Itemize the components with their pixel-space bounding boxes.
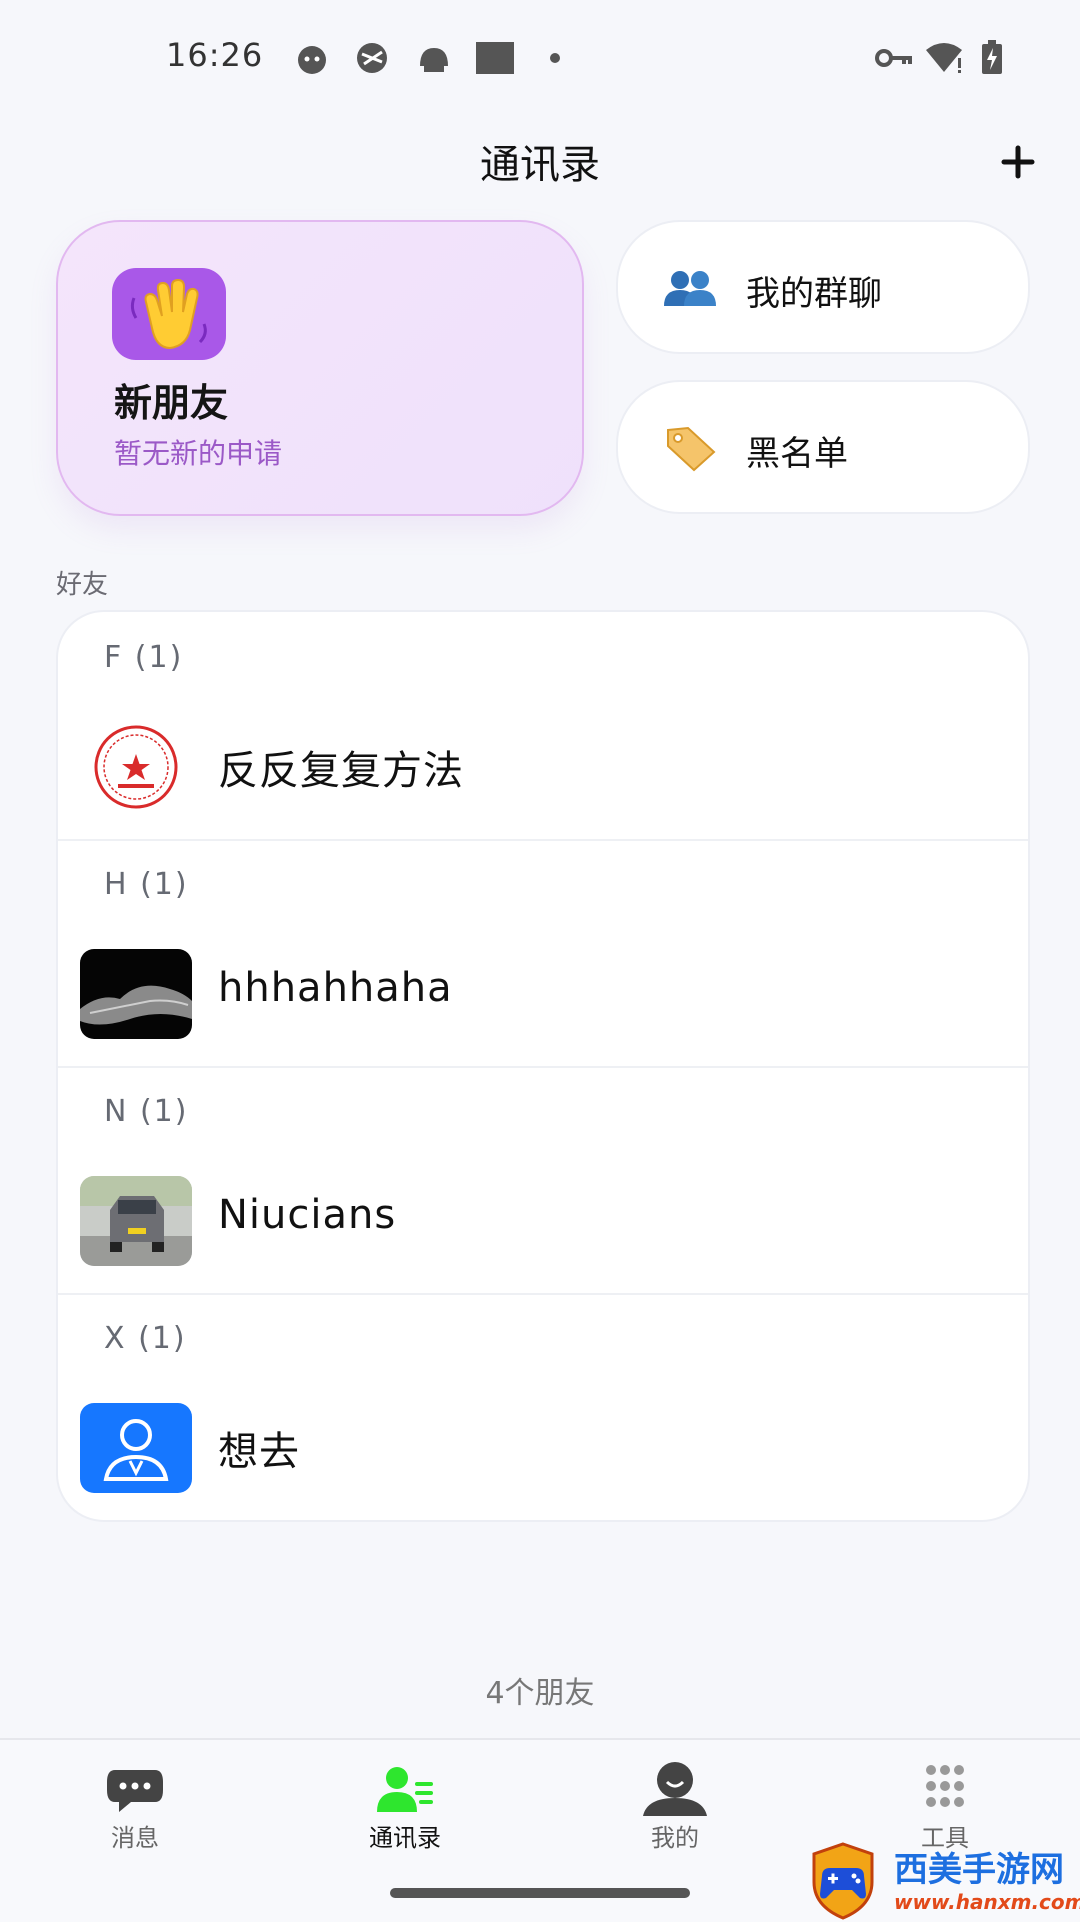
avatar [80, 1176, 192, 1266]
android-notification-icon [420, 48, 448, 72]
my-groups-card[interactable]: 我的群聊 [616, 220, 1030, 354]
avatar [80, 722, 192, 812]
group-header: N (1) [104, 1094, 189, 1129]
list-item[interactable]: Niucians [58, 1156, 1028, 1293]
contacts-icon [377, 1767, 433, 1812]
default-avatar-icon [80, 1403, 192, 1493]
avatar [80, 949, 192, 1039]
friend-name: 反反复复方法 [218, 748, 464, 794]
list-item[interactable]: 反反复复方法 [58, 702, 1028, 839]
friend-name: hhhahhaha [218, 965, 453, 1011]
nav-contacts[interactable]: 通讯录 [305, 1760, 505, 1860]
add-contact-button[interactable] [992, 136, 1044, 188]
blacklist-label: 黑名单 [746, 434, 848, 474]
group-header: H (1) [104, 867, 189, 902]
friend-group-x: X (1) 想去 [58, 1293, 1028, 1520]
new-friends-subtitle: 暂无新的申请 [114, 437, 283, 470]
friend-group-h: H (1) hhhahhaha [58, 839, 1028, 1066]
home-indicator[interactable] [390, 1888, 690, 1898]
group-people-icon [664, 271, 716, 306]
friend-group-n: N (1) Niucians [58, 1066, 1028, 1293]
friend-count: 4个朋友 [485, 1676, 595, 1711]
status-bar: 16:26 [0, 0, 1080, 110]
friend-name: Niucians [218, 1192, 397, 1238]
page-title: 通讯录 [480, 142, 600, 188]
group-header: X (1) [104, 1321, 187, 1356]
new-friends-card[interactable]: 新朋友 暂无新的申请 [56, 220, 584, 516]
battery-charging-icon [982, 40, 1002, 74]
divider [58, 1293, 1028, 1295]
friend-group-f: F (1) 反反复复方法 [58, 612, 1028, 839]
group-header: F (1) [104, 640, 184, 675]
chat-bubble-icon [107, 1770, 163, 1812]
status-time: 16:26 [166, 36, 264, 74]
nav-label: 消息 [111, 1824, 159, 1852]
divider [58, 839, 1028, 841]
nav-profile[interactable]: 我的 [575, 1760, 775, 1860]
friend-list: F (1) 反反复复方法 H (1) hhhahhaha N (1) Niuci… [56, 610, 1030, 1522]
tag-icon [667, 426, 716, 472]
blacklist-card[interactable]: 黑名单 [616, 380, 1030, 514]
cat-notification-icon [298, 46, 326, 74]
new-friends-title: 新朋友 [114, 381, 229, 425]
vpn-key-icon [875, 49, 912, 67]
list-item[interactable]: hhhahhaha [58, 929, 1028, 1066]
friend-name: 想去 [218, 1429, 300, 1475]
square-notification-icon [476, 42, 514, 74]
gamepad-shield-icon [812, 1842, 874, 1920]
watermark-url: www.hanxm.com [894, 1890, 1080, 1914]
sync-notification-icon [357, 43, 387, 73]
watermark-logo: 西美手游网 www.hanxm.com [808, 1840, 1080, 1920]
dot-notification-icon [550, 53, 560, 63]
waving-hand-icon [112, 268, 226, 360]
grid-icon [926, 1765, 964, 1807]
divider [58, 1066, 1028, 1068]
friends-section-label: 好友 [56, 570, 109, 600]
nav-messages[interactable]: 消息 [35, 1760, 235, 1860]
nav-label: 通讯录 [369, 1824, 441, 1852]
my-groups-label: 我的群聊 [746, 274, 882, 314]
wifi-icon [926, 43, 962, 73]
list-item[interactable]: 想去 [58, 1383, 1028, 1520]
watermark-text: 西美手游网 [894, 1850, 1064, 1890]
nav-label: 我的 [651, 1824, 699, 1852]
profile-icon [643, 1762, 707, 1816]
